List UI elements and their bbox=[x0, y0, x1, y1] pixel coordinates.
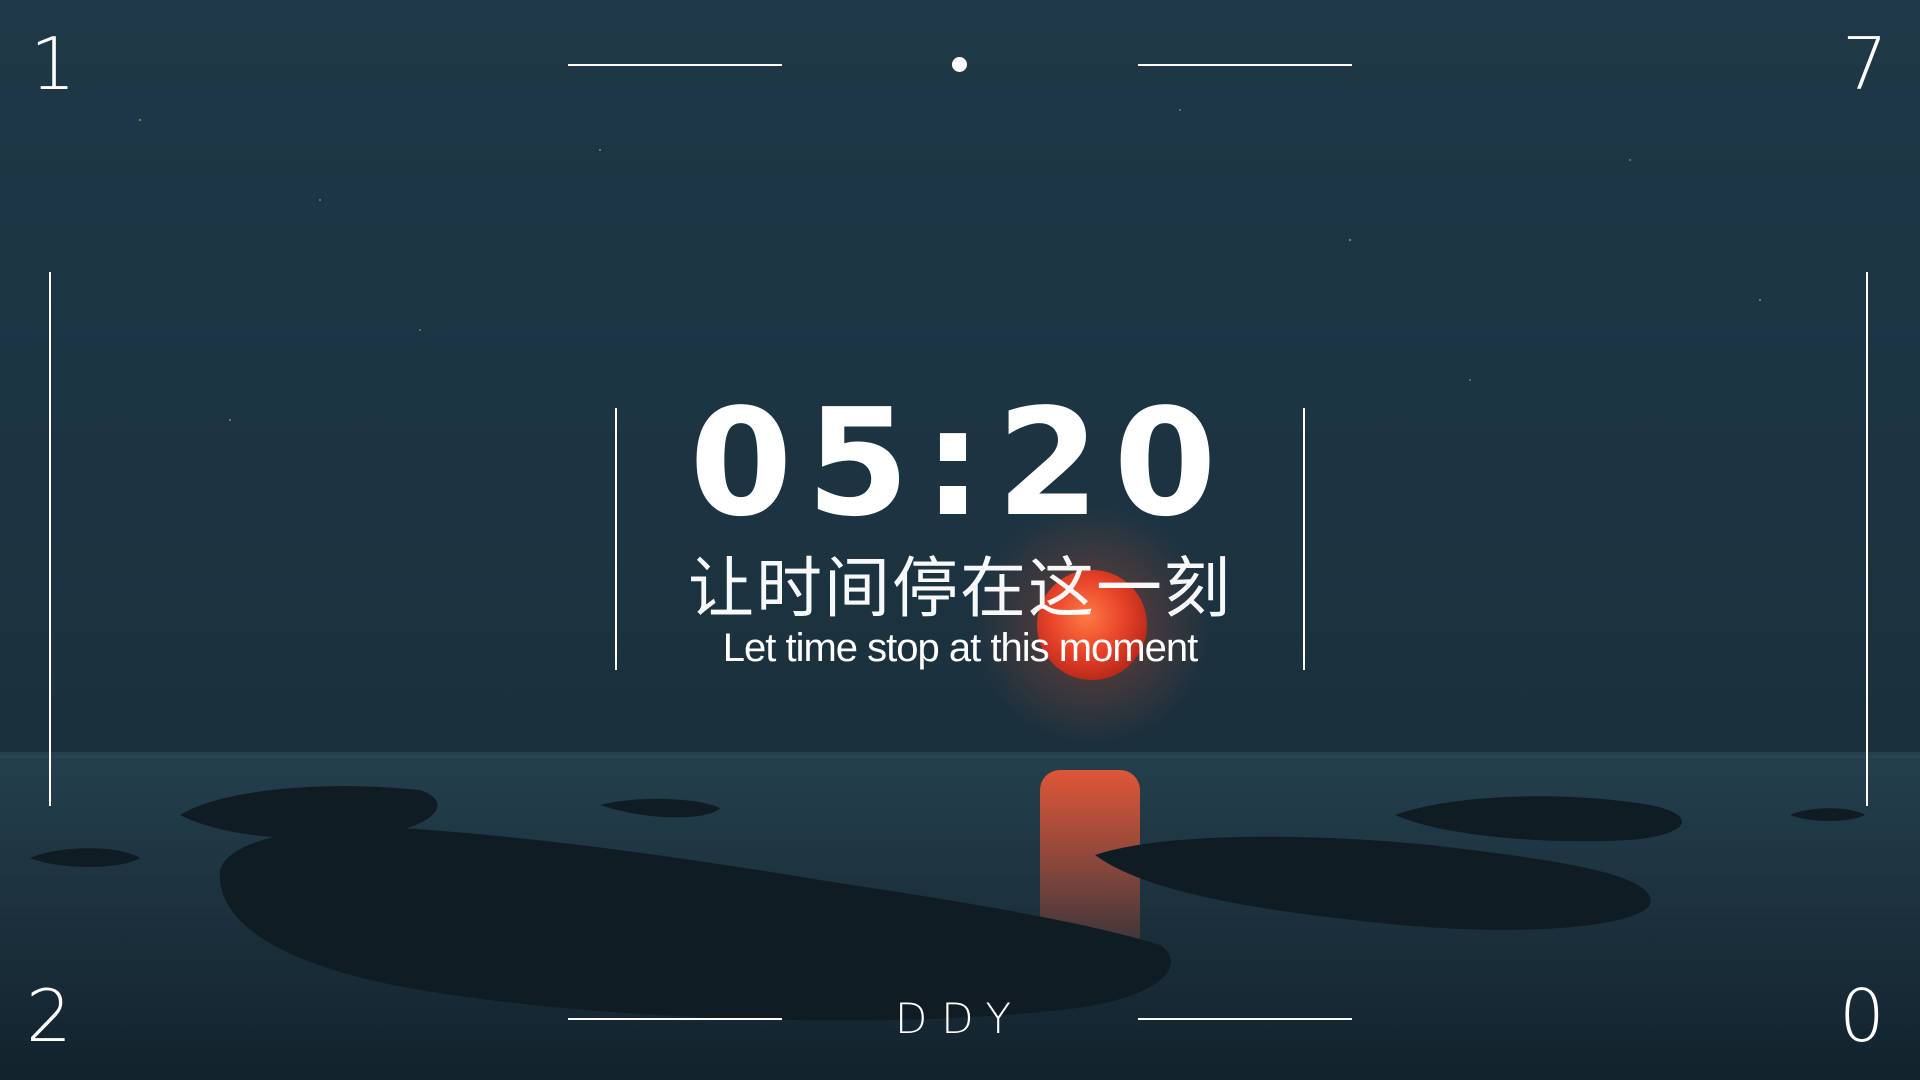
top-center-dot bbox=[952, 57, 967, 72]
bottom-right-rule bbox=[1138, 1018, 1352, 1020]
bottom-left-rule bbox=[568, 1018, 782, 1020]
clock-left-bracket bbox=[615, 408, 617, 670]
clock-right-bracket bbox=[1303, 408, 1305, 670]
left-frame-line bbox=[49, 272, 51, 806]
tagline-english: Let time stop at this moment bbox=[722, 626, 1198, 670]
horizon-line bbox=[0, 752, 1920, 758]
clock-time: 05:20 bbox=[689, 377, 1231, 549]
top-right-rule bbox=[1138, 64, 1352, 66]
signature-text: DDY bbox=[894, 994, 1026, 1043]
top-left-rule bbox=[568, 64, 782, 66]
date-digit-top-left: 1 bbox=[30, 22, 76, 106]
date-digit-bottom-right: 0 bbox=[1839, 974, 1885, 1058]
desktop-clock-widget: 1 7 2 0 05:20 让时间停在这一刻 Let time stop at … bbox=[0, 0, 1920, 1080]
date-digit-top-right: 7 bbox=[1842, 22, 1888, 106]
star-dots bbox=[138, 109, 1762, 422]
tagline-chinese: 让时间停在这一刻 bbox=[688, 550, 1232, 627]
date-digit-bottom-left: 2 bbox=[26, 974, 72, 1058]
right-frame-line bbox=[1866, 272, 1868, 806]
